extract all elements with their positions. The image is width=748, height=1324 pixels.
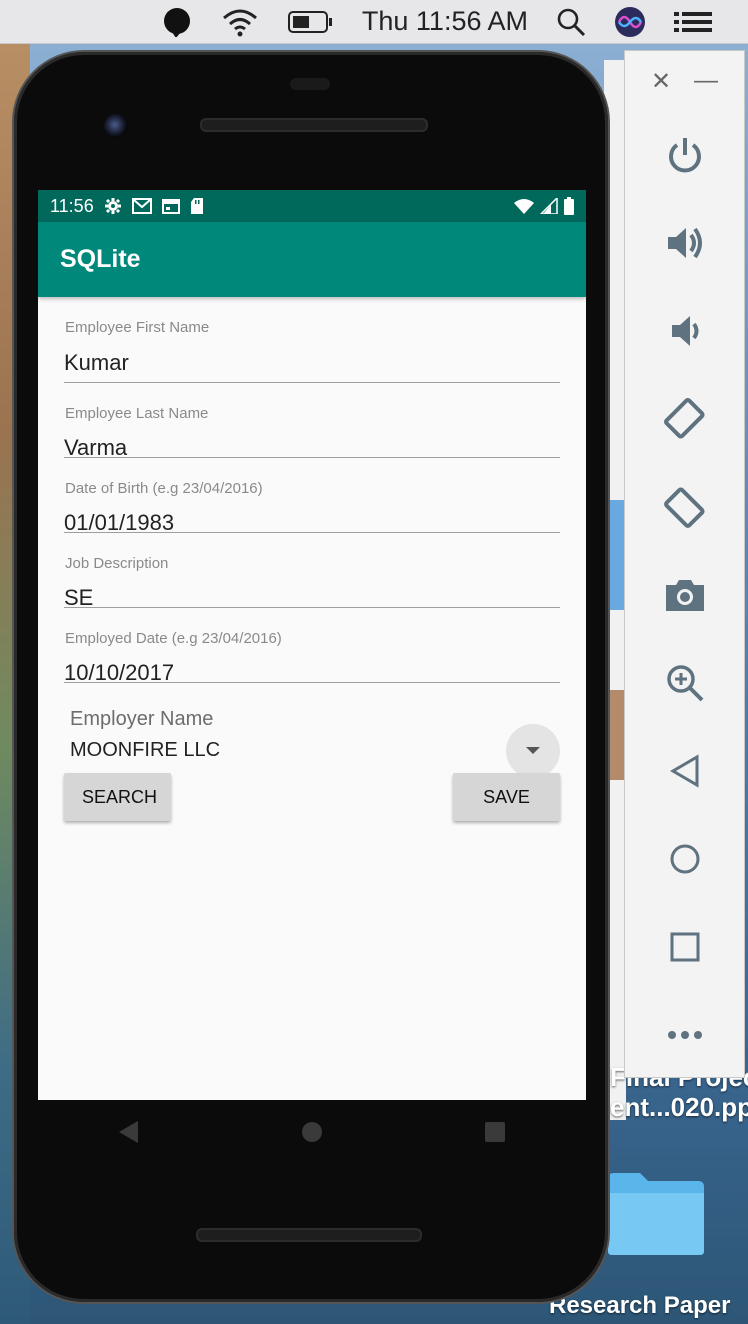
home-icon [670,844,699,874]
field-label: Employee Last Name [65,405,209,422]
android-nav-bar [38,1100,586,1164]
desktop-file-label-2[interactable]: ent...020.pp [610,1092,748,1123]
volume-up-icon [667,227,702,259]
back-icon [669,754,698,788]
save-button[interactable]: SAVE [453,773,560,821]
field-label: Job Description [65,555,169,572]
employed-date-field[interactable]: Employed Date (e.g 23/04/2016) 10/10/201… [64,608,560,685]
date-of-birth-field[interactable]: Date of Birth (e.g 23/04/2016) 01/01/198… [64,458,560,535]
employer-label: Employer Name [70,708,214,730]
first-name-field[interactable]: Employee First Name Kumar [64,297,560,383]
spotlight-search-icon[interactable] [556,7,586,37]
front-camera [104,114,128,138]
panel-window-controls: ✕ — [625,51,744,111]
back-icon[interactable] [118,1120,140,1144]
power-button[interactable] [625,111,744,199]
volume-down-button[interactable] [625,287,744,375]
minimize-icon[interactable]: — [694,67,718,95]
rotate-left-button[interactable] [625,375,744,463]
bottom-speaker [196,1228,422,1242]
sd-card-icon [190,198,203,214]
zoom-icon [666,665,703,702]
camera-icon [665,580,704,611]
android-status-bar: 11:56 [38,190,586,222]
rotate-left-icon [663,398,705,439]
close-icon[interactable]: ✕ [651,67,671,96]
mac-menu-bar: Thu 11:56 AM [0,0,748,44]
folder-icon[interactable] [606,1165,706,1257]
status-time: 11:56 [50,195,94,216]
back-button[interactable] [625,727,744,815]
screenshot-button[interactable] [625,551,744,639]
app-bar: SQLite [38,222,586,297]
employee-form: Employee First Name Kumar Employee Last … [38,297,586,833]
menubar-clock[interactable]: Thu 11:56 AM [362,6,528,37]
gmail-icon [131,198,152,214]
last-name-field[interactable]: Employee Last Name Varma [64,383,560,460]
overview-button[interactable] [625,903,744,991]
zoom-button[interactable] [625,639,744,727]
wifi-icon [514,199,534,214]
rotate-right-icon [663,487,705,528]
dropdown-arrow-icon[interactable] [506,724,560,778]
volume-up-button[interactable] [625,199,744,287]
rotate-right-button[interactable] [625,463,744,551]
home-icon[interactable] [301,1121,323,1143]
signal-icon [540,198,558,214]
field-label: Employee First Name [65,319,210,336]
siri-icon[interactable] [614,6,646,38]
field-label: Date of Birth (e.g 23/04/2016) [65,480,263,497]
home-button[interactable] [625,815,744,903]
control-center-icon[interactable] [674,10,712,34]
phone-earpiece [290,78,330,90]
emulator-control-panel: ✕ — [624,50,745,1078]
search-button[interactable]: SEARCH [64,773,171,821]
chat-bubble-icon[interactable] [162,7,192,37]
button-row: SEARCH SAVE [64,773,560,833]
settings-icon [104,198,121,214]
app-title: SQLite [60,245,141,273]
employer-selected-value[interactable]: MOONFIRE LLC [70,739,220,762]
more-icon [667,1031,702,1039]
phone-screen: 11:56 SQLite Employee First Name Kumar E… [38,190,586,1100]
job-description-field[interactable]: Job Description SE [64,533,560,610]
field-label: Employed Date (e.g 23/04/2016) [65,630,282,647]
calendar-icon [161,199,180,214]
desktop-folder-label[interactable]: Research Paper [549,1292,730,1320]
wifi-icon[interactable] [220,7,260,37]
overview-icon [670,932,699,962]
volume-down-icon [671,316,698,346]
recents-icon[interactable] [484,1121,506,1143]
battery-icon[interactable] [287,10,334,34]
first-name-input[interactable]: Kumar [64,350,129,376]
power-icon [668,138,701,173]
more-button[interactable] [625,991,744,1079]
battery-icon [564,197,574,215]
employer-spinner[interactable]: Employer Name MOONFIRE LLC [64,683,560,778]
top-speaker [200,118,428,132]
